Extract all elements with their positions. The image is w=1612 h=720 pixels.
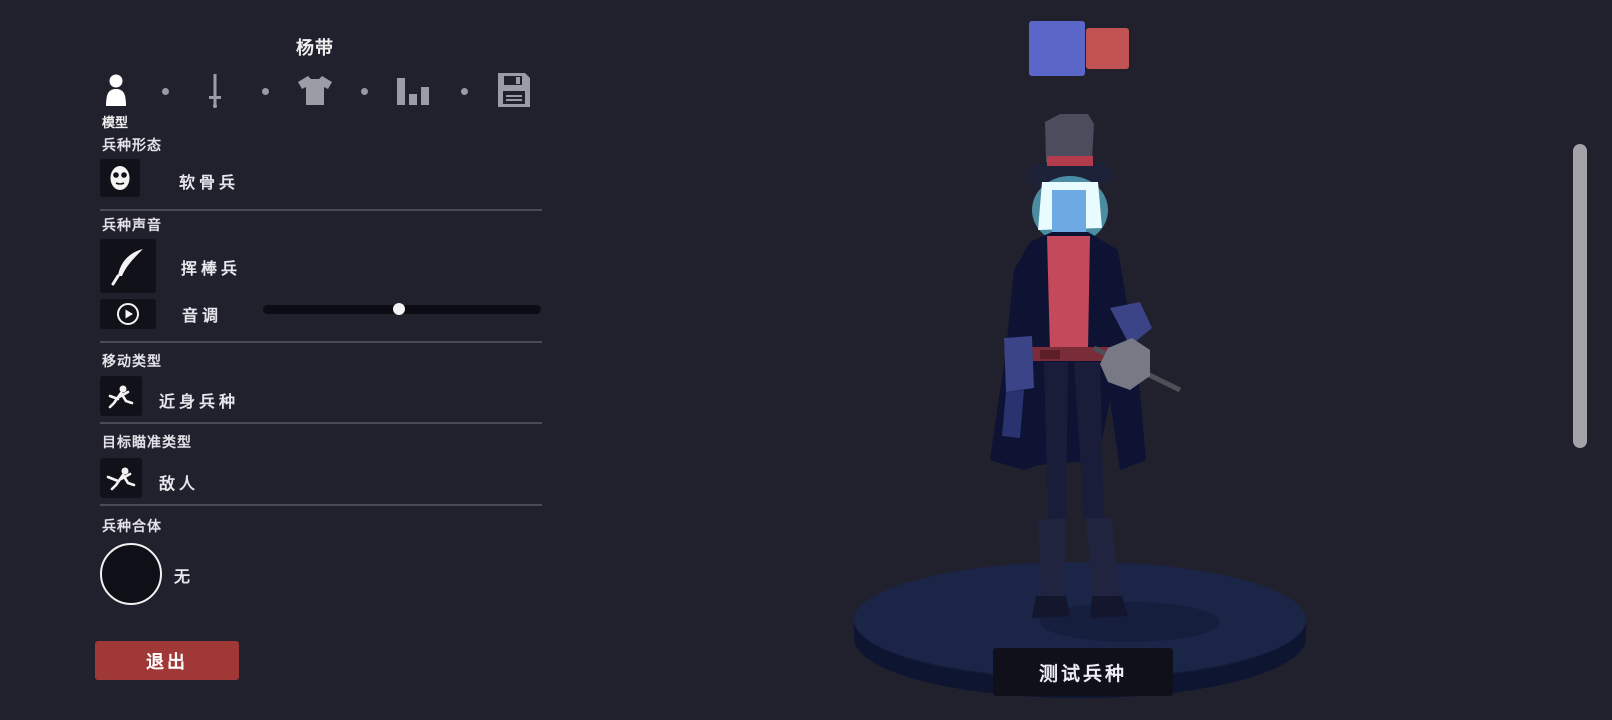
melee-unit-icon	[108, 385, 134, 409]
form-value[interactable]: 软骨兵	[179, 169, 239, 193]
play-circle-icon	[117, 303, 139, 325]
shirt-icon	[298, 76, 332, 105]
save-icon	[498, 73, 530, 107]
tab-model[interactable]	[100, 70, 132, 110]
targeting-icon-box[interactable]	[100, 458, 142, 498]
voice-section-label: 兵种声音	[102, 218, 162, 234]
stats-bars-icon	[397, 78, 429, 105]
form-section-label: 兵种形态	[102, 138, 162, 154]
target-enemy-icon	[106, 467, 136, 491]
tab-save[interactable]	[495, 70, 533, 110]
merge-unit-slot[interactable]	[100, 543, 162, 605]
scrollbar-thumb[interactable]	[1573, 144, 1587, 448]
exit-button[interactable]: 退出	[95, 641, 239, 680]
unit-character-model	[990, 114, 1182, 618]
targeting-section-label: 目标瞄准类型	[102, 435, 192, 451]
section-divider	[100, 209, 542, 211]
play-pitch-button[interactable]	[100, 299, 156, 329]
movement-section-label: 移动类型	[102, 354, 162, 370]
voice-icon-box[interactable]	[100, 239, 156, 293]
team-red-swatch[interactable]	[1086, 28, 1129, 69]
test-unit-button[interactable]: 测试兵种	[993, 648, 1173, 696]
merge-section-label: 兵种合体	[102, 519, 162, 535]
tab-separator-dot	[361, 88, 368, 95]
targeting-value[interactable]: 敌人	[159, 470, 199, 494]
sword-icon	[209, 74, 221, 108]
team-blue-swatch[interactable]	[1029, 21, 1085, 76]
merge-value: 无	[174, 567, 195, 586]
feather-icon	[111, 249, 143, 286]
tab-stats[interactable]	[395, 70, 431, 110]
movement-icon-box[interactable]	[100, 376, 142, 416]
person-icon	[106, 74, 126, 106]
section-divider	[100, 422, 542, 424]
tab-weapons[interactable]	[200, 70, 230, 110]
tab-model-label: 模型	[102, 116, 129, 131]
section-divider	[100, 341, 542, 343]
tab-separator-dot	[461, 88, 468, 95]
voice-value[interactable]: 挥棒兵	[181, 255, 241, 279]
section-divider	[100, 504, 542, 506]
unit-name-title: 杨带	[296, 38, 334, 59]
movement-value[interactable]: 近身兵种	[159, 388, 239, 412]
pitch-label: 音调	[182, 306, 223, 325]
tab-separator-dot	[262, 88, 269, 95]
form-icon-box[interactable]	[100, 159, 140, 197]
tab-clothing[interactable]	[295, 70, 335, 110]
ragdoll-face-icon	[110, 166, 130, 190]
tab-separator-dot	[162, 88, 169, 95]
